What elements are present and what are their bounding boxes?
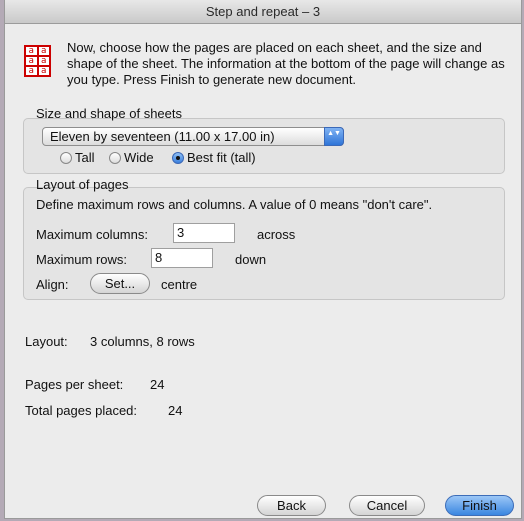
window-title: Step and repeat – 3 [5,0,521,24]
finish-button[interactable]: Finish [445,495,514,516]
radio-wide-indicator [109,152,121,164]
intro-text: Now, choose how the pages are placed on … [67,40,505,87]
popup-arrows-icon: ▲▼ [324,127,344,146]
size-shape-title: Size and shape of sheets [36,106,182,121]
max-columns-input[interactable]: 3 [173,223,235,243]
radio-tall-indicator [60,152,72,164]
layout-description: Define maximum rows and columns. A value… [36,197,433,212]
max-columns-label: Maximum columns: [36,227,148,242]
total-pages-placed-value: 24 [168,403,183,418]
step-repeat-grid-icon: a a a a a a [24,45,51,77]
back-button[interactable]: Back [257,495,326,516]
cancel-button[interactable]: Cancel [349,495,425,516]
pages-per-sheet-value: 24 [150,377,165,392]
radio-best-fit[interactable]: Best fit (tall) [172,150,256,166]
total-pages-placed-label: Total pages placed: [25,403,138,418]
sheet-size-popup[interactable]: Eleven by seventeen (11.00 x 17.00 in) ▲… [42,127,344,146]
layout-summary-value: 3 columns, 8 rows [90,334,195,349]
max-columns-suffix: across [257,227,296,242]
align-label: Align: [36,277,69,292]
radio-best-fit-indicator [172,152,184,164]
radio-tall[interactable]: Tall [60,150,95,166]
layout-title: Layout of pages [36,177,129,192]
max-rows-suffix: down [235,252,267,267]
max-rows-input[interactable]: 8 [151,248,213,268]
align-set-button[interactable]: Set... [90,273,150,294]
radio-wide[interactable]: Wide [109,150,154,166]
sheet-size-value: Eleven by seventeen (11.00 x 17.00 in) [50,129,275,144]
pages-per-sheet-label: Pages per sheet: [25,377,124,392]
layout-summary-label: Layout: [25,334,68,349]
max-rows-label: Maximum rows: [36,252,128,267]
align-value: centre [161,277,198,292]
step-and-repeat-dialog: Step and repeat – 3 a a a a a a Now, cho… [4,0,522,519]
